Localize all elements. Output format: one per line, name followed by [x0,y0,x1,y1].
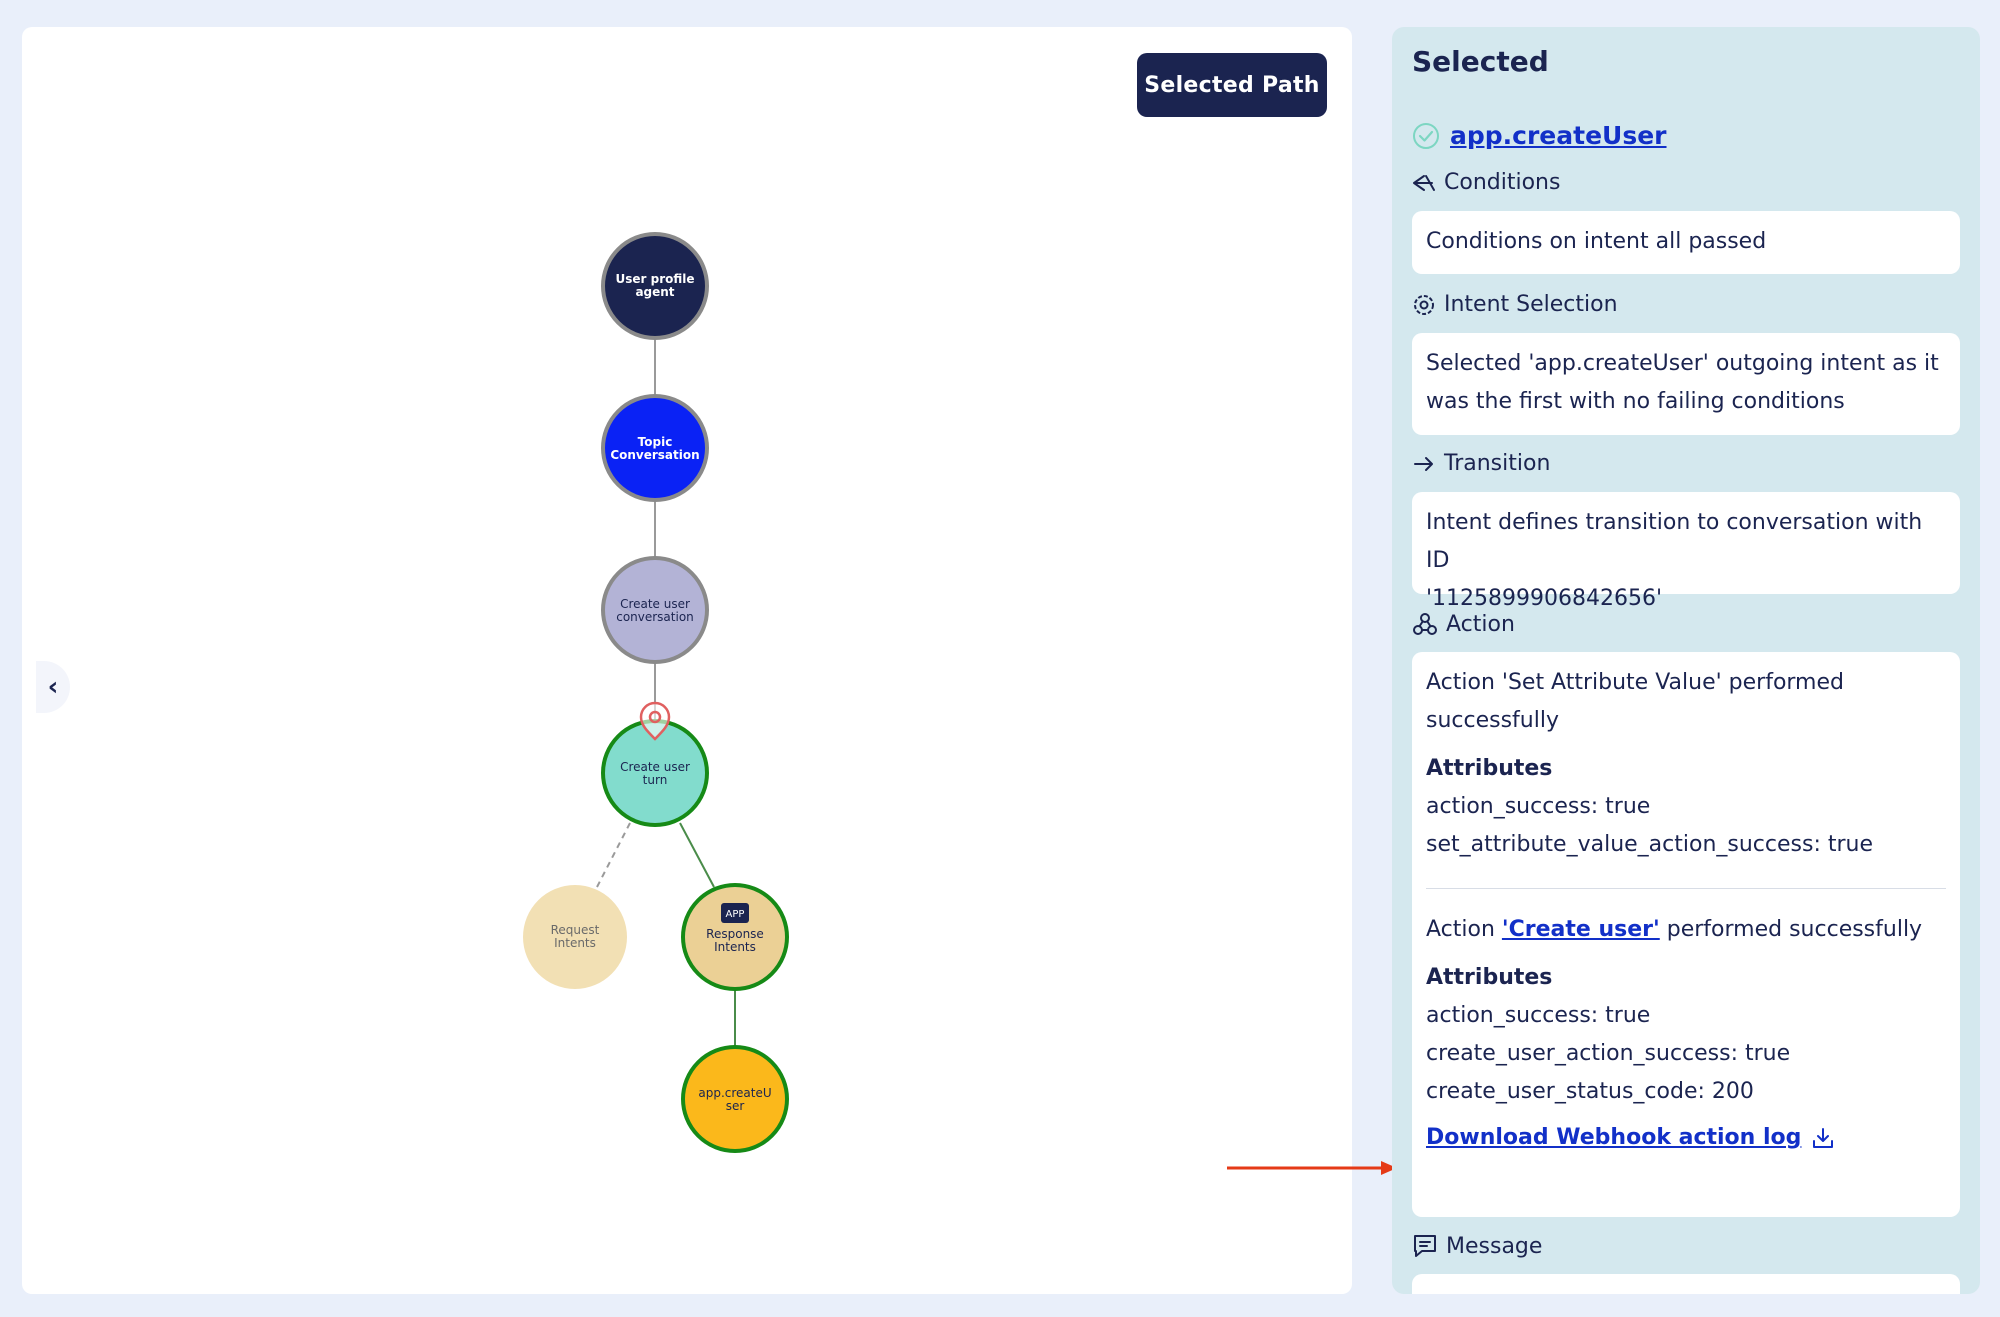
transition-text-line: Intent defines transition to conversatio… [1426,510,1923,573]
download-icon[interactable] [1811,1126,1835,1150]
attribute-line: action_success: true [1426,794,1651,819]
node-label: Request [551,923,600,937]
intent-selection-label: Intent Selection [1444,292,1618,317]
action-divider [1426,888,1946,889]
message-icon [1412,1233,1438,1259]
node-label: Create user [620,760,690,774]
edge-turn-request [596,822,631,888]
intent-selection-text-line: was the first with no failing conditions [1426,389,1845,414]
action-text-line: successfully [1426,708,1559,733]
conditions-icon [1412,171,1436,195]
node-label: Intents [554,936,596,950]
transition-card: Intent defines transition to conversatio… [1412,492,1960,611]
app-badge-label: APP [726,909,745,920]
webhook-icon [1412,611,1438,637]
attribute-line: create_user_action_success: true [1426,1041,1791,1066]
download-webhook-log-link[interactable]: Download Webhook action log [1426,1119,1801,1157]
download-webhook-log-row[interactable]: Download Webhook action log [1426,1119,1946,1157]
action-label: Action [1446,611,1515,637]
attribute-line: set_attribute_value_action_success: true [1426,832,1874,857]
message-label: Message [1446,1233,1543,1259]
intent-selection-icon [1412,293,1436,317]
action-text-line: Action 'Set Attribute Value' performed [1426,670,1844,695]
attribute-line: create_user_status_code: 200 [1426,1079,1754,1104]
node-label: agent [635,285,674,299]
selected-item-link[interactable]: app.createUser [1450,121,1667,150]
attributes-heading: Attributes [1426,965,1553,990]
conditions-header: Conditions [1412,170,1560,195]
selected-details-panel[interactable]: Selected app.createUser Conditions Condi… [1392,27,1980,1294]
message-card: Selected message named 'Small Talk Respo… [1412,1274,1960,1294]
message-header: Message [1412,1233,1542,1259]
action-suffix: performed successfully [1659,917,1923,942]
node-label: Topic [638,435,673,449]
conditions-text: Conditions on intent all passed [1426,229,1767,254]
check-circle-icon [1412,122,1440,150]
arrow-right-icon [1412,452,1436,476]
attributes-heading: Attributes [1426,756,1553,781]
edge-turn-response [679,822,715,888]
node-request-intents[interactable]: Request Intents [523,885,627,989]
node-label: Intents [714,940,756,954]
intent-selection-card: Selected 'app.createUser' outgoing inten… [1412,333,1960,435]
conditions-label: Conditions [1444,170,1561,195]
path-graph: User profile agent Topic Conversation Cr… [523,232,789,1153]
create-user-action-link[interactable]: 'Create user' [1502,917,1660,942]
node-label: app.createU [698,1086,771,1100]
transition-header: Transition [1412,451,1550,476]
node-user-profile-agent[interactable]: User profile agent [601,232,709,340]
transition-label: Transition [1444,451,1551,476]
node-label: conversation [616,610,694,624]
node-create-user-conversation[interactable]: Create user conversation [601,556,709,664]
action-create-user-line: Action 'Create user' performed successfu… [1426,911,1946,949]
node-label: turn [643,773,668,787]
action-header: Action [1412,611,1515,637]
intent-selection-text-line: Selected 'app.createUser' outgoing inten… [1426,351,1939,376]
selected-item-row: app.createUser [1412,121,1667,150]
node-label: ser [726,1099,745,1113]
intent-selection-header: Intent Selection [1412,292,1618,317]
node-label: Create user [620,597,690,611]
conversation-graph-canvas[interactable]: Selected Path ‹ User profile agent Topic… [22,27,1352,1294]
attribute-line: action_success: true [1426,1003,1651,1028]
action-card: Action 'Set Attribute Value' performed s… [1412,652,1960,1217]
annotation-arrow-icon [1227,1161,1397,1175]
action-prefix: Action [1426,917,1502,942]
node-response-intents[interactable]: APP Response Intents [681,883,789,991]
node-label: User profile [615,272,694,286]
node-topic-conversation[interactable]: Topic Conversation [601,394,709,502]
node-app-create-user[interactable]: app.createU ser [681,1045,789,1153]
message-text: Selected message named 'Small Talk Respo… [1426,1286,1946,1294]
node-label: Response [706,927,764,941]
node-label: Conversation [610,448,699,462]
panel-title: Selected [1412,45,1549,78]
conditions-card: Conditions on intent all passed [1412,211,1960,274]
